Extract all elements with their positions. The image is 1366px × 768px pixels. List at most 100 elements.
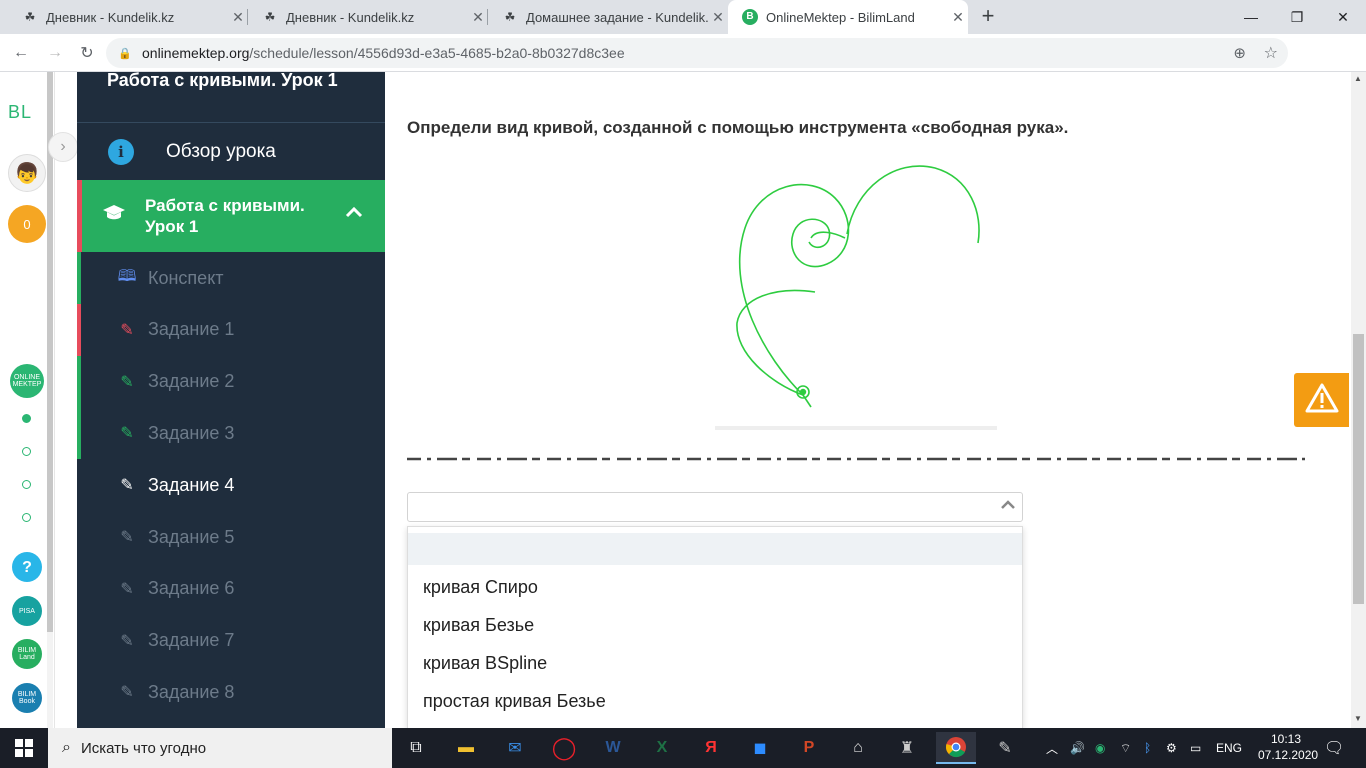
opera-icon[interactable]: ◯ bbox=[544, 732, 584, 764]
nav-dot[interactable] bbox=[22, 513, 31, 522]
expand-sidebar-button[interactable]: › bbox=[48, 132, 78, 162]
answer-dropdown: кривая Спиро кривая Безье кривая BSpline… bbox=[407, 526, 1023, 728]
freehand-curve-image bbox=[736, 165, 980, 408]
browser-tab[interactable]: ☘ Дневник - Kundelik.kz ✕ bbox=[8, 0, 248, 34]
new-tab-button[interactable]: + bbox=[976, 5, 1000, 29]
option-spiro[interactable]: кривая Спиро bbox=[408, 568, 1022, 606]
zoom-icon[interactable]: ◼ bbox=[740, 732, 780, 764]
volume-icon[interactable]: 🔊 bbox=[1070, 728, 1085, 768]
nav-dot[interactable] bbox=[22, 447, 31, 456]
nav-dot[interactable] bbox=[22, 480, 31, 489]
app-icon[interactable]: ♜ bbox=[887, 732, 927, 764]
coins-badge[interactable]: 0 bbox=[8, 205, 46, 243]
online-mektep-logo[interactable]: ONLINE MEKTEP bbox=[10, 364, 44, 398]
bluetooth-icon[interactable]: ᛒ bbox=[1144, 728, 1151, 768]
scroll-down-icon[interactable]: ▼ bbox=[1354, 714, 1362, 723]
yandex-icon[interactable]: Я bbox=[691, 732, 731, 764]
forward-button[interactable]: → bbox=[42, 40, 68, 66]
url-host: onlinemektep.org bbox=[142, 45, 250, 61]
sidebar-item-task[interactable]: ✎ Задание 1 bbox=[77, 303, 385, 356]
battery-icon[interactable]: ▭ bbox=[1190, 728, 1201, 768]
task-view-icon[interactable]: ⧉ bbox=[396, 732, 436, 764]
report-problem-button[interactable] bbox=[1294, 373, 1349, 427]
minimize-button[interactable]: — bbox=[1228, 0, 1274, 34]
sidebar-item-task[interactable]: ✎ Задание 2 bbox=[77, 355, 385, 408]
help-button[interactable]: ? bbox=[12, 552, 42, 582]
chrome-icon[interactable] bbox=[936, 732, 976, 764]
chevron-up-icon[interactable] bbox=[345, 202, 363, 223]
sidebar-item-label: Задание 8 bbox=[148, 681, 235, 702]
wifi-icon[interactable]: ⌔ bbox=[1120, 728, 1131, 768]
tab-title: OnlineMektep - BilimLand bbox=[766, 9, 915, 25]
close-icon[interactable]: ✕ bbox=[468, 9, 488, 26]
option-bezier[interactable]: кривая Безье bbox=[408, 606, 1022, 644]
file-explorer-icon[interactable]: ▬ bbox=[446, 732, 486, 764]
address-bar-row: ← → ↻ 🔒 onlinemektep.org/schedule/lesson… bbox=[0, 34, 1366, 98]
taskbar-search[interactable]: ⌕ Искать что угодно bbox=[48, 728, 392, 768]
close-icon[interactable]: ✕ bbox=[708, 9, 728, 26]
option-empty[interactable] bbox=[408, 533, 1022, 565]
sidebar-item-label: Конспект bbox=[148, 267, 224, 288]
sidebar-item-task[interactable]: ✎ Задание 8 bbox=[77, 666, 385, 719]
restore-button[interactable]: ❐ bbox=[1274, 0, 1320, 34]
browser-tab-active[interactable]: B OnlineMektep - BilimLand ✕ bbox=[728, 0, 968, 34]
lesson-overview-link[interactable]: i Обзор урока bbox=[77, 124, 385, 180]
sidebar-item-label: Задание 5 bbox=[148, 526, 235, 547]
close-window-button[interactable]: ✕ bbox=[1320, 0, 1366, 34]
overview-label: Обзор урока bbox=[166, 141, 276, 162]
steam-icon[interactable]: ⚙ bbox=[1166, 728, 1177, 768]
zoom-icon[interactable]: ⊕ bbox=[1233, 44, 1246, 62]
sidebar-item-label: Задание 2 bbox=[148, 371, 235, 392]
url-field[interactable]: 🔒 onlinemektep.org/schedule/lesson/4556d… bbox=[106, 38, 1288, 68]
graduation-cap-icon bbox=[102, 203, 132, 229]
close-icon[interactable]: ✕ bbox=[948, 9, 968, 26]
active-section[interactable]: Работа с кривыми. Урок 1 bbox=[77, 180, 385, 252]
info-icon: i bbox=[108, 139, 134, 165]
notifications-icon[interactable]: 🗨 bbox=[1324, 728, 1344, 768]
mail-icon[interactable]: ✉ bbox=[495, 732, 535, 764]
bilimland-button[interactable]: BILIM Land bbox=[12, 639, 42, 669]
back-button[interactable]: ← bbox=[8, 40, 34, 66]
option-simple-bezier[interactable]: простая кривая Безье bbox=[408, 682, 1022, 720]
sidebar-item-task[interactable]: ✎ Задание 6 bbox=[77, 562, 385, 615]
avatar[interactable]: 👦 bbox=[8, 154, 46, 192]
kundelik-icon: ☘ bbox=[24, 10, 36, 24]
clock[interactable]: 10:13 07.12.2020 bbox=[1258, 731, 1318, 763]
sidebar-item-task[interactable]: ✎ Задание 4 bbox=[77, 459, 385, 512]
sidebar-item-label: Задание 3 bbox=[148, 422, 235, 443]
tray-chevron-icon[interactable]: ︿ bbox=[1046, 728, 1058, 768]
scroll-thumb[interactable] bbox=[1353, 334, 1364, 604]
pisa-button[interactable]: PISA bbox=[12, 596, 42, 626]
sidebar-item-task[interactable]: ✎ Задание 7 bbox=[77, 614, 385, 667]
option-bspline[interactable]: кривая BSpline bbox=[408, 644, 1022, 682]
kundelik-icon: ☘ bbox=[504, 10, 516, 24]
windows-start-button[interactable] bbox=[0, 728, 48, 768]
left-rail-scrollbar[interactable] bbox=[47, 72, 53, 728]
language-indicator[interactable]: ENG bbox=[1216, 728, 1242, 768]
reload-button[interactable]: ↻ bbox=[74, 40, 100, 66]
sidebar-item-task[interactable]: ✎ Задание 5 bbox=[77, 511, 385, 563]
close-icon[interactable]: ✕ bbox=[228, 9, 248, 26]
edit-icon: ✎ bbox=[120, 529, 134, 546]
nav-dot[interactable] bbox=[22, 414, 31, 423]
sidebar-item-task[interactable]: 🕮 Конспект bbox=[77, 252, 385, 304]
word-icon[interactable]: W bbox=[593, 732, 633, 764]
page-scrollbar[interactable]: ▲ ▼ bbox=[1351, 72, 1366, 728]
scroll-up-icon[interactable]: ▲ bbox=[1354, 74, 1362, 83]
sidebar-item-label: Задание 4 bbox=[148, 474, 235, 495]
bilimland-logo[interactable]: BL bbox=[8, 102, 32, 123]
sidebar-item-task[interactable]: ✎ Задание 3 bbox=[77, 407, 385, 460]
store-icon[interactable]: ⌂ bbox=[838, 732, 878, 764]
lock-icon[interactable]: 🔒 bbox=[118, 47, 132, 60]
security-icon[interactable]: ◉ bbox=[1095, 728, 1105, 768]
powerpoint-icon[interactable]: P bbox=[789, 732, 829, 764]
clock-time: 10:13 bbox=[1270, 732, 1302, 746]
browser-tab[interactable]: ☘ Дневник - Kundelik.kz ✕ bbox=[248, 0, 488, 34]
bookmark-star-icon[interactable]: ☆ bbox=[1264, 43, 1278, 63]
bilimbook-button[interactable]: BILIM Book bbox=[12, 683, 42, 713]
excel-icon[interactable]: X bbox=[642, 732, 682, 764]
paint-icon[interactable]: ✎ bbox=[985, 732, 1025, 764]
browser-tab[interactable]: ☘ Домашнее задание - Kundelik.kz ✕ bbox=[488, 0, 728, 34]
chevron-up-icon[interactable] bbox=[1000, 497, 1016, 513]
answer-select[interactable] bbox=[407, 492, 1023, 522]
